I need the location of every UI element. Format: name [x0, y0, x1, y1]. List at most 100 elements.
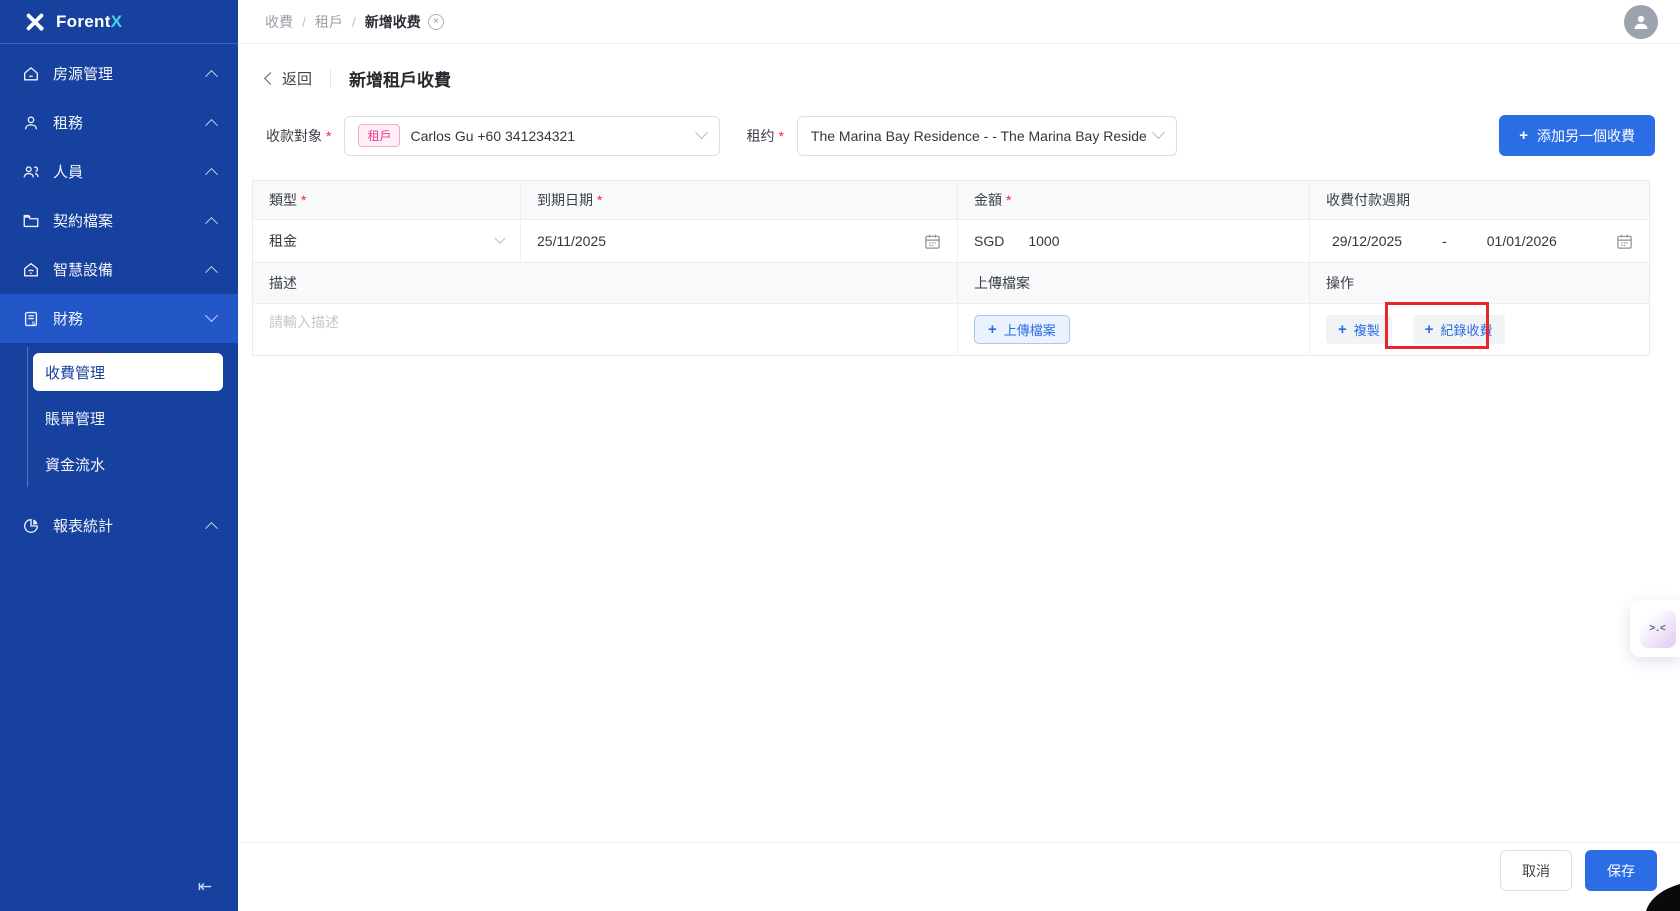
- chevron-down-icon: [494, 233, 505, 244]
- breadcrumb-charges[interactable]: 收費: [265, 12, 293, 32]
- collapse-sidebar-icon[interactable]: ⇤: [198, 877, 212, 897]
- copy-label: 複製: [1354, 320, 1380, 339]
- submenu-item-label: 收費管理: [45, 362, 105, 383]
- table-header-row-2: 描述 上傳檔案 操作: [253, 262, 1649, 303]
- brand-x-icon: [24, 11, 46, 33]
- breadcrumb-tenant[interactable]: 租戶: [315, 12, 343, 32]
- required-mark: *: [778, 128, 783, 144]
- payer-value: Carlos Gu +60 341234321: [410, 128, 575, 144]
- finance-submenu: 收費管理 賬單管理 資金流水: [0, 343, 238, 501]
- header-description: 描述: [253, 263, 957, 303]
- brand-name-main: Forent: [56, 12, 111, 31]
- lease-select[interactable]: The Marina Bay Residence - - The Marina …: [797, 116, 1177, 156]
- add-another-charge-label: 添加另一個收費: [1537, 126, 1635, 146]
- save-button[interactable]: 保存: [1585, 850, 1657, 891]
- brand-name: ForentX: [56, 12, 122, 32]
- payer-select[interactable]: 租戶 Carlos Gu +60 341234321: [344, 116, 720, 156]
- close-tab-icon[interactable]: ×: [428, 14, 444, 30]
- period-start-value: 29/12/2025: [1332, 233, 1402, 249]
- sidebar-item-label: 房源管理: [53, 63, 113, 84]
- header-amount: 金額*: [957, 181, 1309, 219]
- charge-row: 租金 25/11/2025 SGD 1000 29/12/2025 - 01/0…: [253, 219, 1649, 262]
- sidebar-item-smart-devices[interactable]: 智慧設備: [0, 245, 238, 294]
- sidebar-item-label: 報表統計: [53, 515, 113, 536]
- header-due-date: 到期日期*: [520, 181, 957, 219]
- topbar: 收費 / 租戶 / 新增收费 ×: [238, 0, 1680, 44]
- amount-value: 1000: [1028, 233, 1059, 249]
- due-date-field[interactable]: 25/11/2025: [520, 220, 957, 262]
- chevron-up-icon: [205, 217, 218, 230]
- add-another-charge-button[interactable]: + 添加另一個收費: [1499, 115, 1655, 156]
- brand-name-accent: X: [111, 12, 123, 31]
- pie-chart-icon: [22, 517, 40, 535]
- chevron-left-icon: [264, 72, 277, 85]
- submenu-item-charge-management[interactable]: 收費管理: [33, 353, 223, 391]
- header-type-label: 類型: [269, 190, 297, 210]
- chevron-down-icon: [205, 309, 218, 322]
- cancel-button[interactable]: 取消: [1500, 850, 1572, 891]
- submenu-item-cash-flow[interactable]: 資金流水: [33, 445, 223, 483]
- sidebar-item-tenancy[interactable]: 租務: [0, 98, 238, 147]
- upload-file-button[interactable]: + 上傳檔案: [974, 315, 1070, 344]
- sidebar-item-label: 財務: [53, 308, 83, 329]
- page-title-row: 返回 新增租戶收費: [266, 66, 1655, 91]
- header-billing-period: 收費付款週期: [1309, 181, 1649, 219]
- breadcrumb-separator: /: [352, 14, 356, 30]
- type-select[interactable]: 租金: [253, 220, 520, 262]
- sidebar-item-contracts[interactable]: 契約檔案: [0, 196, 238, 245]
- required-mark: *: [597, 192, 602, 208]
- brand-logo: ForentX: [0, 0, 238, 44]
- sidebar-item-properties[interactable]: 房源管理: [0, 49, 238, 98]
- header-description-label: 描述: [269, 273, 297, 293]
- plus-icon: +: [1519, 128, 1528, 143]
- submenu-item-label: 賬單管理: [45, 408, 105, 429]
- main-content: 返回 新增租戶收費 收款對象* 租戶 Carlos Gu +60 3412343…: [238, 44, 1680, 842]
- payer-label-text: 收款對象: [266, 128, 322, 144]
- footer-action-bar: 取消 保存: [238, 842, 1680, 911]
- charge-row-extra: + 上傳檔案 + 複製 + 紀錄收費: [253, 303, 1649, 355]
- lease-label-text: 租约: [746, 128, 774, 144]
- period-end-value: 01/01/2026: [1487, 233, 1557, 249]
- billing-period-field[interactable]: 29/12/2025 - 01/01/2026: [1309, 220, 1649, 262]
- plus-icon: +: [1338, 322, 1347, 337]
- description-cell: [253, 304, 957, 355]
- calendar-icon: [1616, 233, 1633, 250]
- assistant-widget[interactable]: >.<: [1630, 600, 1680, 657]
- chevron-up-icon: [205, 522, 218, 535]
- chevron-up-icon: [205, 168, 218, 181]
- header-upload: 上傳檔案: [957, 263, 1309, 303]
- upload-file-label: 上傳檔案: [1004, 320, 1056, 339]
- sidebar-item-reports[interactable]: 報表統計: [0, 501, 238, 550]
- back-button[interactable]: 返回: [266, 68, 312, 89]
- submenu-item-bill-management[interactable]: 賬單管理: [33, 399, 223, 437]
- description-input[interactable]: [269, 304, 941, 355]
- sidebar: ForentX 房源管理 租務 人員 契約檔案 智慧設備 s: [0, 0, 238, 911]
- plus-icon: +: [1425, 322, 1434, 337]
- currency-value: SGD: [974, 233, 1004, 249]
- calendar-icon: [924, 233, 941, 250]
- required-mark: *: [326, 128, 331, 144]
- record-charge-label: 紀錄收費: [1441, 320, 1493, 339]
- sidebar-item-people[interactable]: 人員: [0, 147, 238, 196]
- record-charge-button[interactable]: + 紀錄收費: [1413, 315, 1505, 344]
- header-type: 類型*: [253, 181, 520, 219]
- lease-value: The Marina Bay Residence - - The Marina …: [811, 128, 1146, 144]
- page-title: 新增租戶收費: [349, 66, 451, 91]
- sidebar-item-label: 人員: [53, 161, 83, 182]
- tenant-tag: 租戶: [358, 124, 400, 147]
- finance-doc-icon: s: [22, 310, 40, 328]
- copy-button[interactable]: + 複製: [1326, 315, 1392, 344]
- chevron-up-icon: [205, 266, 218, 279]
- charge-table: 類型* 到期日期* 金額* 收費付款週期 租金 25/11/2025 SGD 1…: [252, 180, 1650, 356]
- user-avatar[interactable]: [1624, 5, 1658, 39]
- header-billing-period-label: 收費付款週期: [1326, 190, 1410, 210]
- type-value: 租金: [269, 231, 297, 251]
- amount-field[interactable]: SGD 1000: [957, 220, 1309, 262]
- breadcrumb-new-charge[interactable]: 新增收费: [365, 12, 421, 32]
- header-actions: 操作: [1309, 263, 1649, 303]
- required-mark: *: [301, 192, 306, 208]
- period-separator: -: [1442, 233, 1447, 249]
- header-due-date-label: 到期日期: [537, 190, 593, 210]
- sidebar-item-finance[interactable]: s 財務: [0, 294, 238, 343]
- actions-cell: + 複製 + 紀錄收費: [1309, 304, 1649, 355]
